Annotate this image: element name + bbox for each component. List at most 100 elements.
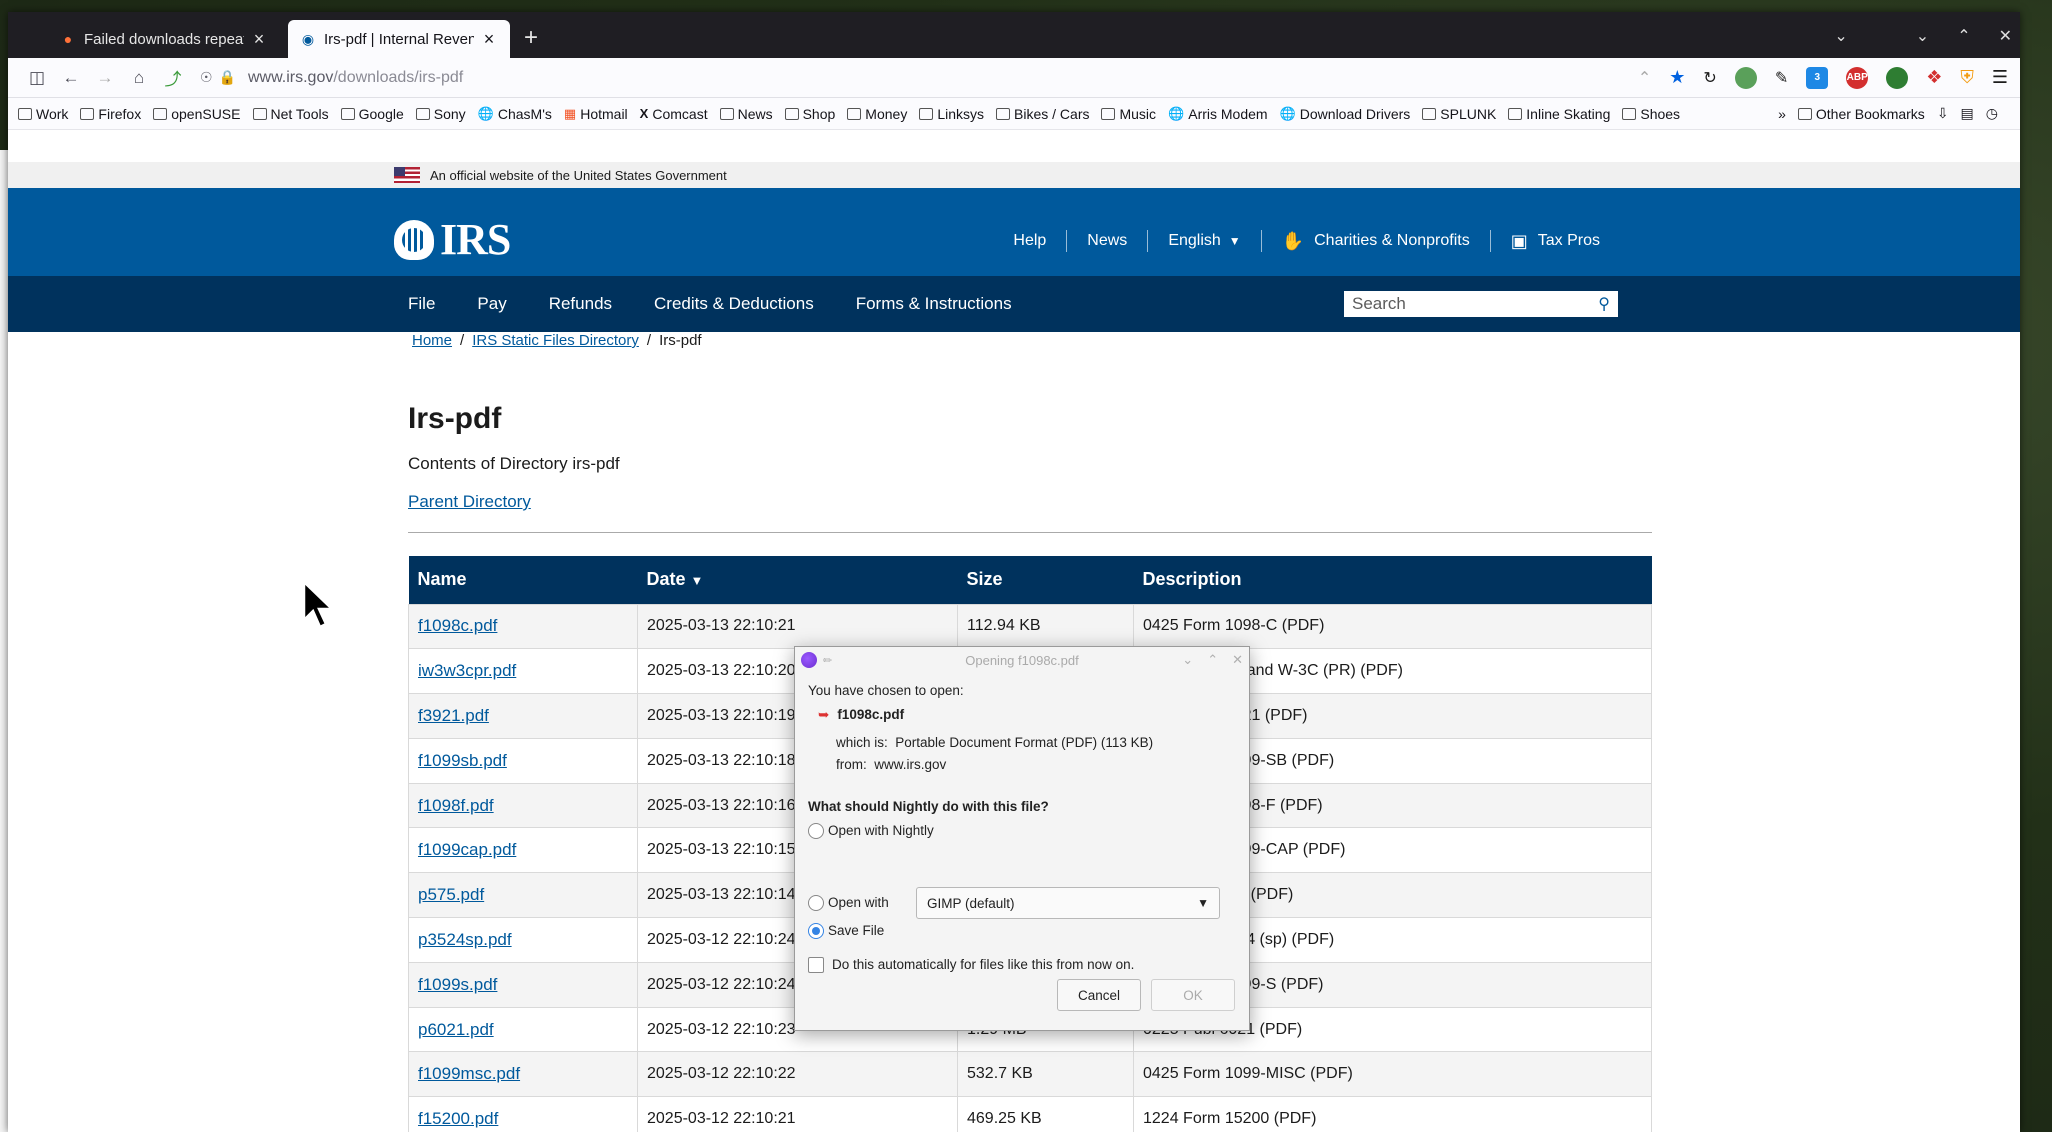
nav-file[interactable]: File <box>408 294 435 314</box>
browser-window: ● Failed downloads repeated × ◉ Irs-pdf … <box>8 12 2020 1132</box>
file-link[interactable]: iw3w3cpr.pdf <box>418 661 516 680</box>
file-link[interactable]: f15200.pdf <box>418 1109 498 1128</box>
extension-icon[interactable]: ⤴ <box>156 65 190 90</box>
cell-name: iw3w3cpr.pdf <box>408 648 638 695</box>
save-file-radio[interactable]: Save File <box>808 923 884 940</box>
radio-button-selected[interactable] <box>808 923 824 940</box>
file-link[interactable]: f1099s.pdf <box>418 975 497 994</box>
nav-refunds[interactable]: Refunds <box>549 294 612 314</box>
downloads-icon[interactable]: ⇩ <box>1937 105 1949 122</box>
bookmark-item[interactable]: 🌐 Arris Modem <box>1168 106 1268 122</box>
reload-icon[interactable]: ↻ <box>1703 68 1716 88</box>
open-with-nightly-radio[interactable]: Open with Nightly <box>808 823 934 840</box>
bookmark-item[interactable]: ▦ Hotmail <box>564 106 628 122</box>
cancel-button[interactable]: Cancel <box>1057 979 1141 1011</box>
radio-button[interactable] <box>808 895 824 912</box>
extension-badge-icon[interactable]: 3 <box>1806 66 1829 89</box>
util-help-link[interactable]: Help <box>993 230 1066 252</box>
new-tab-button[interactable]: + <box>524 20 538 58</box>
tracking-shield-icon[interactable]: ☉ <box>200 69 213 86</box>
nav-forms-instructions[interactable]: Forms & Instructions <box>856 294 1012 314</box>
extensions-puzzle-icon[interactable]: ✎ <box>1775 68 1788 88</box>
extension-shield-icon[interactable]: ⛨ <box>1960 67 1974 88</box>
library-icon[interactable]: ▤ <box>1961 105 1974 122</box>
bookmark-item[interactable]: 🌐 Download Drivers <box>1280 106 1411 122</box>
util-news-link[interactable]: News <box>1066 230 1147 252</box>
header-size[interactable]: Size <box>957 556 1134 604</box>
close-window-icon[interactable]: ✕ <box>1999 26 2012 46</box>
util-language-dropdown[interactable]: English ▼ <box>1147 230 1260 252</box>
bookmark-item[interactable]: Net Tools <box>252 106 329 122</box>
bookmark-item[interactable]: Music <box>1101 106 1156 122</box>
ok-button[interactable]: OK <box>1151 979 1235 1011</box>
bookmark-item[interactable]: Money <box>847 106 907 122</box>
bookmark-item[interactable]: Sony <box>415 106 466 122</box>
file-link[interactable]: f1099sb.pdf <box>418 751 507 770</box>
bookmark-item[interactable]: openSUSE <box>153 106 241 122</box>
bookmark-item[interactable]: Shoes <box>1622 106 1680 122</box>
list-all-tabs-icon[interactable]: ⌄ <box>1834 26 1847 46</box>
bookmarks-overflow-icon[interactable]: » <box>1778 106 1786 122</box>
header-name[interactable]: Name <box>408 556 638 604</box>
extension-green-icon[interactable] <box>1734 66 1757 89</box>
history-icon[interactable]: ◷ <box>1986 105 1998 122</box>
bookmark-item[interactable]: Google <box>340 106 404 122</box>
open-with-radio[interactable]: Open with <box>808 895 889 912</box>
home-icon[interactable]: ⌂ <box>122 68 156 88</box>
table-row: f15200.pdf 2025-03-12 22:10:21 469.25 KB 12… <box>408 1096 1652 1132</box>
url-host: www.irs.gov <box>248 68 334 86</box>
bookmark-item[interactable]: X Comcast <box>640 106 708 122</box>
file-link[interactable]: f3921.pdf <box>418 706 489 725</box>
application-select[interactable]: GIMP (default) ▼ <box>916 887 1220 919</box>
search-icon[interactable]: ⚲ <box>1598 294 1610 314</box>
close-tab-icon[interactable]: × <box>480 29 498 50</box>
file-link[interactable]: p3524sp.pdf <box>418 930 512 949</box>
reader-view-icon[interactable]: ⌃ <box>1638 68 1651 88</box>
bookmark-item[interactable]: Bikes / Cars <box>996 106 1089 122</box>
back-icon[interactable]: ← <box>54 68 88 88</box>
irs-logo[interactable]: IRS <box>394 214 511 265</box>
breadcrumb-static-files[interactable]: IRS Static Files Directory <box>472 332 639 349</box>
checkbox[interactable] <box>808 957 824 974</box>
nav-credits-deductions[interactable]: Credits & Deductions <box>654 294 814 314</box>
file-link[interactable]: p575.pdf <box>418 885 484 904</box>
window-menu-icon[interactable]: ⌄ <box>1916 26 1929 46</box>
bookmark-item[interactable]: Firefox <box>80 106 141 122</box>
nav-pay[interactable]: Pay <box>477 294 506 314</box>
bookmark-item[interactable]: Shop <box>784 106 835 122</box>
extension-circle-icon[interactable] <box>1886 66 1909 89</box>
menu-icon[interactable]: ☰ <box>1992 67 2008 88</box>
lock-icon[interactable]: 🔒 <box>219 69 236 86</box>
search-input[interactable]: Search ⚲ <box>1344 291 1618 317</box>
util-charities-link[interactable]: ✋ Charities & Nonprofits <box>1260 230 1490 252</box>
header-date[interactable]: Date ▼ <box>637 556 958 604</box>
bookmark-star-icon[interactable]: ★ <box>1669 67 1685 88</box>
radio-button[interactable] <box>808 823 824 840</box>
url-bar[interactable]: ☉ 🔒 www.irs.gov/downloads/irs-pdf <box>200 62 1630 94</box>
forward-icon[interactable]: → <box>88 68 122 88</box>
other-bookmarks[interactable]: Other Bookmarks <box>1797 106 1925 122</box>
bookmark-item[interactable]: SPLUNK <box>1422 106 1496 122</box>
adblock-icon[interactable]: ABP <box>1846 66 1869 89</box>
tab-failed-downloads[interactable]: ● Failed downloads repeated × <box>48 20 280 58</box>
bookmark-item[interactable]: 🌐 ChasM's <box>478 106 552 122</box>
file-link[interactable]: p6021.pdf <box>418 1020 494 1039</box>
file-link[interactable]: f1099msc.pdf <box>418 1064 520 1083</box>
tab-irs-pdf[interactable]: ◉ Irs-pdf | Internal Revenue × <box>288 20 510 58</box>
header-description[interactable]: Description <box>1133 556 1652 604</box>
bookmark-item[interactable]: Inline Skating <box>1508 106 1610 122</box>
parent-directory-link[interactable]: Parent Directory <box>408 492 531 512</box>
breadcrumb-home[interactable]: Home <box>412 332 452 349</box>
bookmark-item[interactable]: Linksys <box>919 106 984 122</box>
auto-action-checkbox[interactable]: Do this automatically for files like thi… <box>808 957 1134 974</box>
bookmark-item[interactable]: News <box>719 106 773 122</box>
sidebar-icon[interactable]: ◫ <box>20 68 54 88</box>
extension-red-icon[interactable]: ❖ <box>1926 67 1942 88</box>
util-taxpros-link[interactable]: ▣ Tax Pros <box>1489 230 1620 252</box>
bookmark-item[interactable]: Work <box>18 106 68 122</box>
close-tab-icon[interactable]: × <box>250 29 268 50</box>
file-link[interactable]: f1098c.pdf <box>418 616 497 635</box>
file-link[interactable]: f1099cap.pdf <box>418 840 516 859</box>
file-link[interactable]: f1098f.pdf <box>418 796 494 815</box>
maximize-icon[interactable]: ⌃ <box>1957 26 1970 46</box>
